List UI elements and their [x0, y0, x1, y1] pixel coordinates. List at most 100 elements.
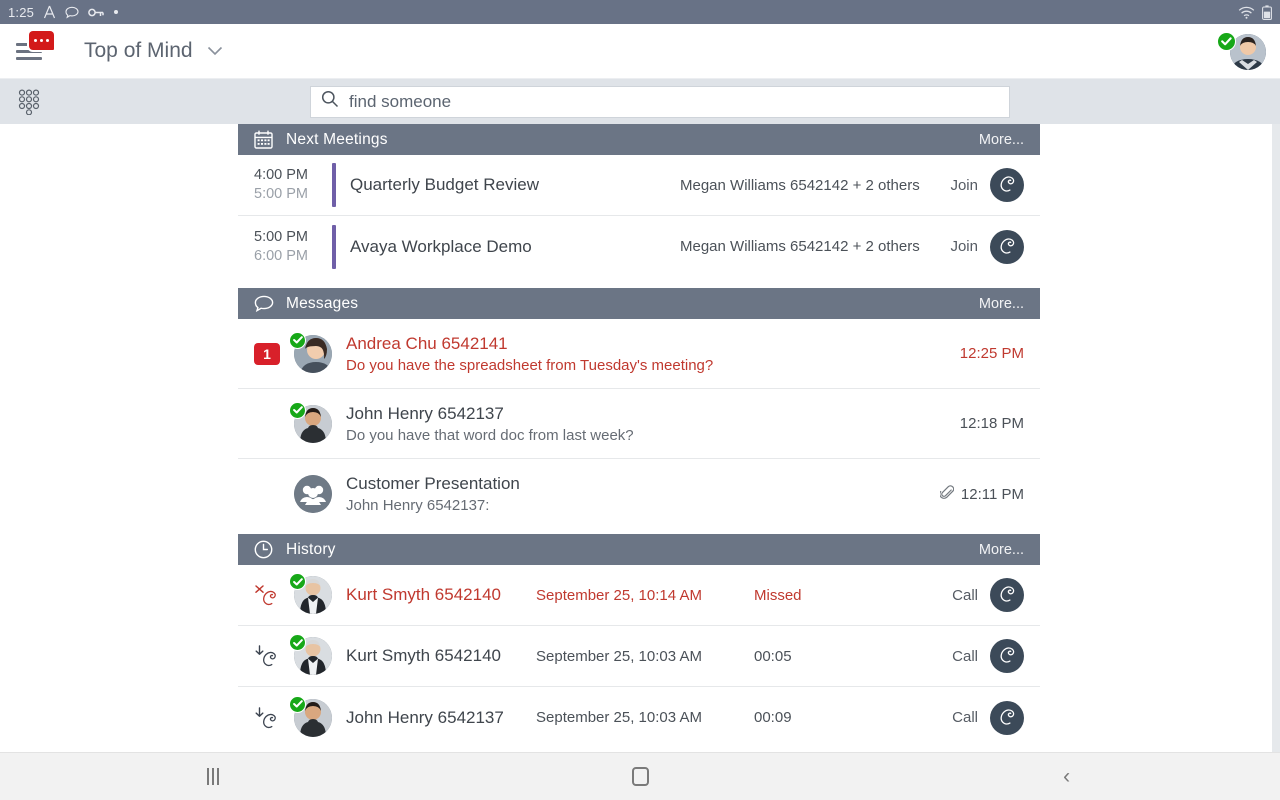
status-badge: [289, 331, 306, 349]
phone-handset-icon[interactable]: [990, 229, 1024, 264]
status-bar-clock: 1:25: [8, 4, 35, 20]
list-item[interactable]: 1 Andrea Chu 6542141 Do you have the spr…: [238, 319, 1040, 389]
home-button[interactable]: [427, 767, 854, 786]
status-badge: [289, 634, 306, 651]
clock-icon: [254, 540, 278, 559]
home-icon: [631, 767, 649, 786]
meeting-subject: Quarterly Budget Review: [350, 175, 539, 194]
table-row[interactable]: John Henry 6542137 September 25, 10:03 A…: [238, 687, 1040, 748]
app-bar: Top of Mind: [0, 24, 1280, 79]
status-badge: [1217, 32, 1236, 51]
message-preview: Do you have the spreadsheet from Tuesday…: [346, 356, 714, 374]
meetings-more-link[interactable]: More...: [979, 132, 1024, 148]
section-next-meetings: Next Meetings More... 4:00 PM 5:00 PM Qu…: [238, 124, 1040, 277]
call-action[interactable]: Call: [952, 578, 1024, 612]
status-badge: [289, 573, 306, 590]
message-text: Andrea Chu 6542141 Do you have the sprea…: [346, 334, 713, 374]
section-header-meetings: Next Meetings More...: [238, 124, 1040, 155]
table-row[interactable]: Kurt Smyth 6542140 September 25, 10:14 A…: [238, 565, 1040, 626]
back-icon: ‹: [1063, 765, 1071, 788]
section-messages: Messages More... 1 Andrea Chu 6542141 Do…: [238, 288, 1040, 529]
section-history: History More... Kurt Smyth 6542140 Septe…: [238, 534, 1040, 748]
avatar[interactable]: [1217, 32, 1266, 70]
chevron-down-icon[interactable]: [207, 43, 223, 60]
search-placeholder: find someone: [349, 91, 452, 111]
search-input[interactable]: find someone: [310, 85, 1010, 118]
status-bar-left: 1:25: [8, 5, 119, 20]
search-bar-row: find someone: [0, 79, 1280, 124]
call-action[interactable]: Call: [952, 700, 1024, 735]
recents-icon: [207, 768, 220, 785]
phone-handset-icon[interactable]: [990, 700, 1024, 735]
join-label: Join: [950, 176, 978, 194]
list-item[interactable]: John Henry 6542137 Do you have that word…: [238, 389, 1040, 459]
phone-handset-icon[interactable]: [990, 168, 1024, 202]
chat-bubble-icon: [65, 6, 79, 19]
call-label: Call: [952, 647, 978, 665]
meeting-subject: Avaya Workplace Demo: [350, 236, 532, 256]
message-sender: John Henry 6542137: [346, 403, 504, 423]
message-text: John Henry 6542137 Do you have that word…: [346, 404, 634, 444]
history-duration: 00:05: [754, 647, 792, 665]
status-bar-right: [1238, 4, 1272, 20]
join-action[interactable]: Join: [950, 229, 1024, 264]
call-label: Call: [952, 586, 978, 604]
list-item[interactable]: Customer Presentation John Henry 6542137…: [238, 459, 1040, 529]
speech-bubble-icon: [254, 295, 278, 312]
avatar: [289, 695, 332, 737]
history-duration: 00:09: [754, 709, 792, 726]
key-icon: [88, 7, 104, 18]
join-action[interactable]: Join: [950, 168, 1024, 202]
history-date: September 25, 10:03 AM: [536, 709, 702, 726]
table-row[interactable]: 5:00 PM 6:00 PM Avaya Workplace Demo Meg…: [238, 216, 1040, 277]
meeting-participants: Megan Williams 6542142 + 2 others: [680, 238, 920, 255]
history-date: September 25, 10:14 AM: [536, 586, 702, 604]
meeting-participants: Megan Williams 6542142 + 2 others: [680, 176, 920, 194]
unread-count-badge: 1: [254, 342, 280, 365]
message-sender: Andrea Chu 6542141: [346, 333, 508, 353]
message-timestamp: 12:11 PM: [960, 485, 1024, 503]
phone-handset-icon[interactable]: [990, 578, 1024, 612]
message-text: Customer Presentation John Henry 6542137…: [346, 474, 520, 514]
android-status-bar: 1:25: [0, 0, 1280, 24]
phone-handset-icon[interactable]: [990, 639, 1024, 673]
history-duration: Missed: [754, 586, 802, 604]
join-label: Join: [950, 238, 978, 255]
wifi-icon: [1238, 6, 1255, 19]
history-more-link[interactable]: More...: [979, 542, 1024, 558]
a-glyph-icon: [43, 5, 56, 19]
message-sender: Customer Presentation: [346, 474, 520, 493]
dialpad-icon[interactable]: [14, 86, 44, 118]
messages-more-link[interactable]: More...: [979, 296, 1024, 312]
recents-button[interactable]: [0, 768, 427, 785]
history-date: September 25, 10:03 AM: [536, 647, 702, 665]
paperclip-icon: [939, 484, 955, 504]
history-contact-name: Kurt Smyth 6542140: [346, 585, 501, 604]
avatar: [294, 475, 332, 513]
history-contact-name: Kurt Smyth 6542140: [346, 646, 501, 665]
messages-badge-icon: [29, 31, 54, 50]
meeting-start-time: 4:00 PM: [254, 167, 308, 183]
message-preview: John Henry 6542137:: [346, 497, 490, 514]
table-row[interactable]: Kurt Smyth 6542140 September 25, 10:03 A…: [238, 626, 1040, 687]
status-badge: [289, 401, 306, 419]
back-button[interactable]: ‹: [853, 766, 1280, 787]
call-action[interactable]: Call: [952, 639, 1024, 673]
scrollbar[interactable]: [1272, 124, 1280, 752]
message-preview: Do you have that word doc from last week…: [346, 426, 634, 444]
meeting-end-time: 6:00 PM: [254, 247, 308, 264]
incoming-call-icon: [254, 645, 294, 667]
meeting-color-bar: [332, 163, 336, 207]
meeting-start-time: 5:00 PM: [254, 228, 308, 245]
section-title-meetings: Next Meetings: [286, 130, 388, 148]
hamburger-menu-button[interactable]: [16, 31, 58, 69]
group-avatar-icon: [294, 475, 332, 513]
meeting-time: 5:00 PM 6:00 PM: [254, 228, 326, 266]
section-header-history: History More...: [238, 534, 1040, 565]
message-time: 12:18 PM: [960, 415, 1024, 432]
table-row[interactable]: 4:00 PM 5:00 PM Quarterly Budget Review …: [238, 155, 1040, 216]
page-title: Top of Mind: [84, 39, 193, 62]
status-badge: [289, 695, 306, 713]
android-nav-bar: ‹: [0, 752, 1280, 800]
section-title-history: History: [286, 540, 336, 558]
